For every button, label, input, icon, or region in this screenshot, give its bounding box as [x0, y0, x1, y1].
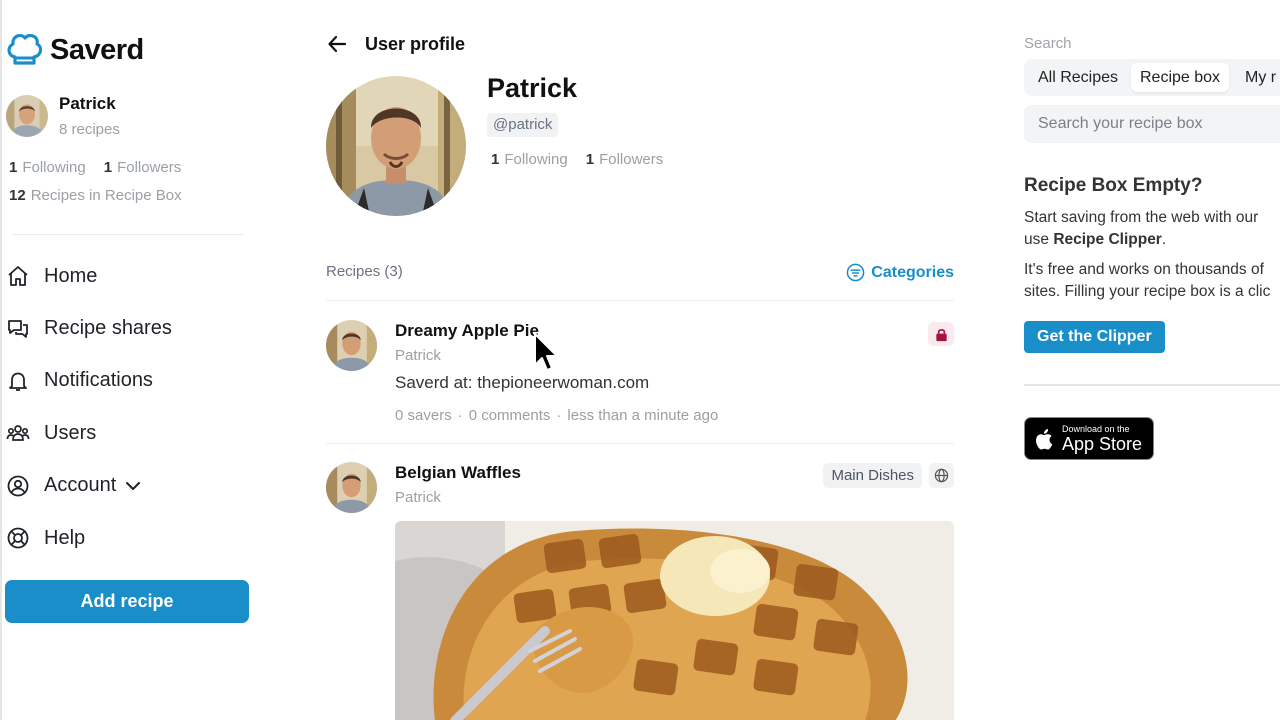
user-circle-icon	[7, 475, 29, 497]
follow-stats: 1 Following 1 Followers	[9, 159, 181, 176]
bell-icon	[9, 372, 27, 391]
categories-label: Categories	[871, 263, 954, 281]
divider	[326, 443, 954, 444]
profile-followers-link[interactable]: 1 Followers	[586, 151, 664, 168]
private-badge	[928, 322, 954, 346]
nav-label: Notifications	[44, 369, 153, 392]
recipebox-stat[interactable]: 12 Recipes in Recipe Box	[9, 187, 182, 204]
tab-recipe-box[interactable]: Recipe box	[1131, 63, 1230, 92]
search-label: Search	[1024, 35, 1072, 52]
recipe-tabs: All Recipes Recipe box My r	[1024, 59, 1280, 96]
recipes-header: Recipes (3) Categories	[326, 263, 954, 282]
profile-handle: @patrick	[487, 113, 559, 137]
comments-count[interactable]: 0 comments	[469, 407, 551, 424]
nav-home[interactable]: Home	[6, 250, 172, 302]
page-title: User profile	[365, 33, 466, 54]
app-store-badge[interactable]: Download on the App Store	[1024, 417, 1154, 460]
filter-icon	[846, 263, 865, 282]
nav-users[interactable]: Users	[6, 407, 172, 459]
profile-name: Patrick	[487, 73, 578, 103]
nav-label: Help	[44, 526, 86, 549]
nav-recipe-shares[interactable]: Recipe shares	[6, 302, 172, 354]
users-icon	[6, 425, 30, 442]
back-arrow-icon[interactable]	[326, 33, 348, 55]
avatar[interactable]	[326, 462, 377, 513]
public-badge	[929, 463, 954, 488]
chevron-down-icon[interactable]	[124, 477, 142, 495]
category-badge[interactable]: Main Dishes	[823, 463, 922, 488]
empty-text: use Recipe Clipper.	[1024, 231, 1167, 248]
avatar[interactable]	[6, 95, 48, 137]
recipe-author[interactable]: Patrick	[395, 489, 441, 506]
empty-text: It's free and works on thousands of	[1024, 261, 1264, 278]
mouse-cursor-icon	[534, 333, 558, 371]
main-nav: Home Recipe shares Notifications Users A…	[6, 250, 172, 564]
page-header: User profile	[326, 33, 465, 55]
get-clipper-button[interactable]: Get the Clipper	[1024, 321, 1165, 353]
nav-label: Home	[44, 264, 98, 287]
divider	[1024, 384, 1280, 386]
lifebuoy-icon	[7, 527, 29, 549]
profile-main: User profile Patrick @patrick 1 Following…	[326, 0, 954, 720]
nav-label: Recipe shares	[44, 317, 172, 340]
recipe-title[interactable]: Dreamy Apple Pie	[395, 321, 539, 341]
tab-my-recipes[interactable]: My r	[1236, 63, 1280, 92]
empty-title: Recipe Box Empty?	[1024, 175, 1203, 196]
apple-icon	[1036, 428, 1053, 450]
lock-icon	[935, 328, 947, 341]
savers-count: 0 savers	[395, 407, 452, 424]
chef-hat-logo-icon	[7, 33, 42, 65]
sidebar: Saverd Patrick 8 recipes 1 Following 1 Foll…	[0, 0, 262, 720]
recipe-author[interactable]: Patrick	[395, 347, 441, 364]
right-panel: Search All Recipes Recipe box My r Recip…	[1024, 0, 1280, 720]
recipe-title[interactable]: Belgian Waffles	[395, 463, 521, 483]
nav-help[interactable]: Help	[6, 512, 172, 564]
divider	[12, 234, 244, 235]
recipe-clipper-link[interactable]: Recipe Clipper	[1053, 231, 1162, 248]
divider	[326, 300, 954, 301]
categories-button[interactable]: Categories	[846, 263, 954, 282]
following-link[interactable]: 1 Following	[9, 159, 86, 176]
followers-link[interactable]: 1 Followers	[104, 159, 182, 176]
appstore-big-text: App Store	[1062, 433, 1143, 454]
current-user[interactable]: Patrick 8 recipes	[6, 94, 120, 138]
current-user-recipes: 8 recipes	[59, 121, 120, 138]
profile-follow-stats: 1 Following 1 Followers	[491, 151, 663, 168]
current-user-name: Patrick	[59, 94, 116, 113]
recipe-meta: 0 savers · 0 comments · less than a minute a…	[395, 407, 719, 424]
nav-label: Account	[44, 474, 117, 497]
recipe-source[interactable]: Saverd at: thepioneerwoman.com	[395, 373, 649, 393]
brand[interactable]: Saverd	[6, 30, 144, 70]
nav-account[interactable]: Account	[6, 460, 172, 512]
recipe-time: less than a minute ago	[567, 407, 719, 424]
nav-notifications[interactable]: Notifications	[6, 355, 172, 407]
tab-all-recipes[interactable]: All Recipes	[1029, 63, 1127, 92]
profile-following-link[interactable]: 1 Following	[491, 151, 568, 168]
home-icon	[8, 266, 28, 287]
recipes-count: Recipes (3)	[326, 263, 403, 280]
search-input[interactable]	[1024, 105, 1280, 143]
chat-bubbles-icon	[8, 319, 28, 338]
appstore-small-text: Download on the	[1062, 423, 1130, 434]
profile-avatar	[326, 76, 466, 216]
brand-name: Saverd	[50, 33, 144, 66]
empty-text: Start saving from the web with our	[1024, 209, 1259, 226]
avatar[interactable]	[326, 320, 377, 371]
nav-label: Users	[44, 421, 97, 444]
add-recipe-button[interactable]: Add recipe	[5, 580, 249, 623]
globe-icon	[934, 468, 949, 483]
recipe-image[interactable]	[395, 521, 954, 720]
empty-text: sites. Filling your recipe box is a clic	[1024, 283, 1271, 300]
